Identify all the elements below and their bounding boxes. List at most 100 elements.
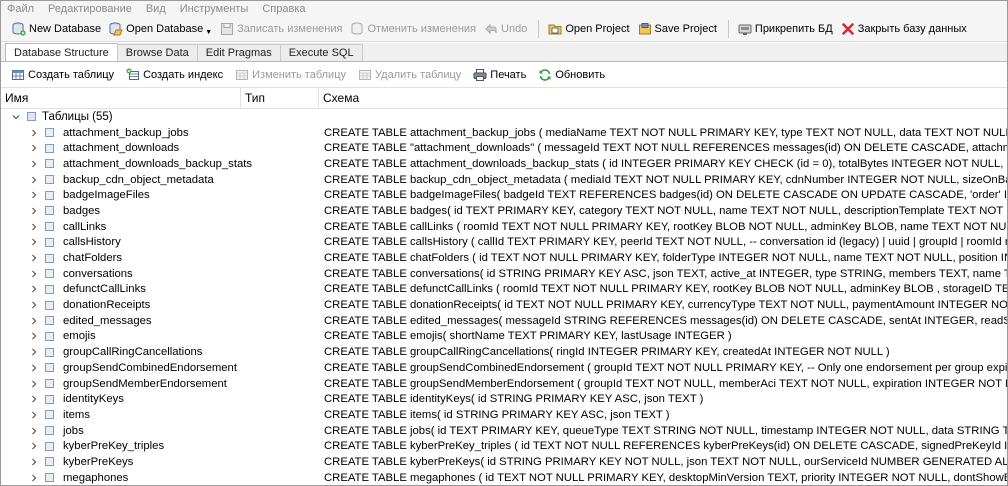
dropdown-arrow-icon[interactable]: ▼ xyxy=(205,29,212,36)
table-name-cell: chatFolders xyxy=(1,252,324,264)
chevron-right-icon[interactable] xyxy=(29,190,39,200)
menu-item[interactable]: Файл xyxy=(7,3,34,15)
chevron-right-icon[interactable] xyxy=(29,128,39,138)
chevron-right-icon[interactable] xyxy=(29,237,39,247)
chevron-right-icon[interactable] xyxy=(29,284,39,294)
chevron-right-icon[interactable] xyxy=(29,426,39,436)
table-row[interactable]: badgeImageFiles CREATE TABLE badgeImageFi… xyxy=(1,187,1007,203)
chevron-right-icon[interactable] xyxy=(29,331,39,341)
table-row[interactable]: megaphones CREATE TABLE megaphones ( id T… xyxy=(1,470,1007,485)
menu-item[interactable]: Справка xyxy=(262,3,305,15)
column-header-type[interactable]: Тип xyxy=(241,88,319,108)
save-project-button[interactable]: Save Project xyxy=(635,18,722,40)
chevron-right-icon[interactable] xyxy=(29,300,39,310)
table-row[interactable]: attachment_backup_jobs CREATE TABLE attac… xyxy=(1,125,1007,141)
chevron-right-icon[interactable] xyxy=(29,206,39,216)
table-icon xyxy=(45,410,54,420)
chevron-right-icon[interactable] xyxy=(29,253,39,263)
tables-group-row[interactable]: Таблицы (55) xyxy=(1,109,1007,125)
create-table-icon xyxy=(12,69,24,80)
chevron-right-icon[interactable] xyxy=(29,347,39,357)
table-row[interactable]: badges CREATE TABLE badges( id TEXT PRIMA… xyxy=(1,203,1007,219)
table-schema: CREATE TABLE attachment_downloads_backup… xyxy=(324,157,1007,170)
table-row[interactable]: kyberPreKey_triples CREATE TABLE kyberPre… xyxy=(1,438,1007,454)
table-row[interactable]: attachment_downloads_backup_stats CREATE … xyxy=(1,156,1007,172)
chevron-right-icon[interactable] xyxy=(29,316,39,326)
print-button[interactable]: Печать xyxy=(473,68,526,82)
save-project-label: Save Project xyxy=(654,23,717,35)
new-database-button[interactable]: New Database xyxy=(9,18,106,40)
chevron-right-icon[interactable] xyxy=(29,175,39,185)
table-schema: CREATE TABLE donationReceipts( id TEXT N… xyxy=(324,299,1007,312)
table-row[interactable]: items CREATE TABLE items( id STRING PRIMA… xyxy=(1,407,1007,423)
chevron-right-icon[interactable] xyxy=(29,363,39,373)
chevron-down-icon[interactable] xyxy=(11,112,21,122)
chevron-right-icon[interactable] xyxy=(29,269,39,279)
menu-item[interactable]: Вид xyxy=(146,3,166,15)
tab-execute-sql[interactable]: Execute SQL xyxy=(279,44,363,61)
table-schema: CREATE TABLE kyberPreKeys( id STRING PRI… xyxy=(324,455,1007,468)
chevron-right-icon[interactable] xyxy=(29,222,39,232)
chevron-right-icon[interactable] xyxy=(29,457,39,467)
chevron-right-icon[interactable] xyxy=(29,379,39,389)
table-row[interactable]: chatFolders CREATE TABLE chatFolders ( id… xyxy=(1,250,1007,266)
table-row[interactable]: groupSendMemberEndorsement CREATE TABLE g… xyxy=(1,376,1007,392)
column-header-name[interactable]: Имя xyxy=(1,88,241,108)
chevron-right-icon[interactable] xyxy=(29,143,39,153)
table-row[interactable]: backup_cdn_object_metadata CREATE TABLE b… xyxy=(1,172,1007,188)
open-project-button[interactable]: Open Project xyxy=(545,18,634,40)
table-row[interactable]: groupCallRingCancellations CREATE TABLE g… xyxy=(1,344,1007,360)
refresh-button[interactable]: Обновить xyxy=(538,68,605,82)
table-name: callLinks xyxy=(63,220,107,233)
table-row[interactable]: identityKeys CREATE TABLE identityKeys( i… xyxy=(1,391,1007,407)
menu-item[interactable]: Инструменты xyxy=(180,3,249,15)
chevron-right-icon[interactable] xyxy=(29,473,39,483)
column-header-schema[interactable]: Схема xyxy=(319,88,1007,108)
structure-tree: Таблицы (55) attachment_backup_jobs CREAT… xyxy=(1,109,1007,485)
table-icon xyxy=(45,457,54,467)
table-row[interactable]: defunctCallLinks CREATE TABLE defunctCall… xyxy=(1,282,1007,298)
tab-database-structure[interactable]: Database Structure xyxy=(5,43,118,61)
table-row[interactable]: edited_messages CREATE TABLE edited_messa… xyxy=(1,313,1007,329)
table-row[interactable]: conversations CREATE TABLE conversations(… xyxy=(1,266,1007,282)
chevron-right-icon[interactable] xyxy=(29,441,39,451)
refresh-label: Обновить xyxy=(555,68,606,81)
table-name-cell: kyberPreKey_triples xyxy=(1,440,324,452)
table-schema: CREATE TABLE chatFolders ( id TEXT NOT N… xyxy=(324,252,1007,265)
table-row[interactable]: callsHistory CREATE TABLE callsHistory ( … xyxy=(1,235,1007,251)
table-schema: CREATE TABLE megaphones ( id TEXT NOT NU… xyxy=(324,471,1007,484)
chevron-right-icon[interactable] xyxy=(29,394,39,404)
delete-table-button[interactable]: Удалить таблицу xyxy=(358,68,461,82)
undo-button[interactable]: Undo xyxy=(481,18,532,40)
table-schema: CREATE TABLE "attachment_downloads" ( me… xyxy=(324,142,1007,155)
table-row[interactable]: jobs CREATE TABLE jobs( id TEXT PRIMARY K… xyxy=(1,423,1007,439)
table-row[interactable]: callLinks CREATE TABLE callLinks ( roomId… xyxy=(1,219,1007,235)
chevron-right-icon[interactable] xyxy=(29,159,39,169)
table-icon xyxy=(45,426,54,436)
table-row[interactable]: attachment_downloads CREATE TABLE "attach… xyxy=(1,140,1007,156)
menu-item[interactable]: Редактирование xyxy=(48,3,132,15)
table-icon xyxy=(45,222,54,232)
table-row[interactable]: kyberPreKeys CREATE TABLE kyberPreKeys( i… xyxy=(1,454,1007,470)
chevron-right-icon[interactable] xyxy=(29,410,39,420)
attach-database-button[interactable]: Прикрепить БД xyxy=(735,18,838,40)
tab-browse-data[interactable]: Browse Data xyxy=(116,44,198,61)
table-row[interactable]: groupSendCombinedEndorsement CREATE TABLE… xyxy=(1,360,1007,376)
table-icon xyxy=(45,206,54,216)
write-changes-button[interactable]: Записать изменения xyxy=(217,18,347,40)
table-name-cell: backup_cdn_object_metadata xyxy=(1,174,324,186)
app-window: Файл Редактирование Вид Инструменты Справка … xyxy=(0,0,1008,486)
table-schema: CREATE TABLE jobs( id TEXT PRIMARY KEY, … xyxy=(324,424,1007,437)
create-table-button[interactable]: Создать таблицу xyxy=(11,68,114,82)
modify-table-button[interactable]: Изменить таблицу xyxy=(235,68,346,82)
revert-changes-button[interactable]: Отменить изменения xyxy=(347,18,481,40)
tab-edit-pragmas[interactable]: Edit Pragmas xyxy=(196,44,281,61)
create-index-button[interactable]: Создать индекс xyxy=(126,68,223,82)
close-database-button[interactable]: Закрыть базу данных xyxy=(838,18,972,40)
table-icon xyxy=(45,363,54,373)
write-changes-icon xyxy=(221,23,234,35)
table-schema: CREATE TABLE groupCallRingCancellations(… xyxy=(324,346,890,359)
table-row[interactable]: donationReceipts CREATE TABLE donationRec… xyxy=(1,297,1007,313)
open-database-button[interactable]: Open Database ▼ xyxy=(106,18,217,40)
table-row[interactable]: emojis CREATE TABLE emojis( shortName TEX… xyxy=(1,329,1007,345)
